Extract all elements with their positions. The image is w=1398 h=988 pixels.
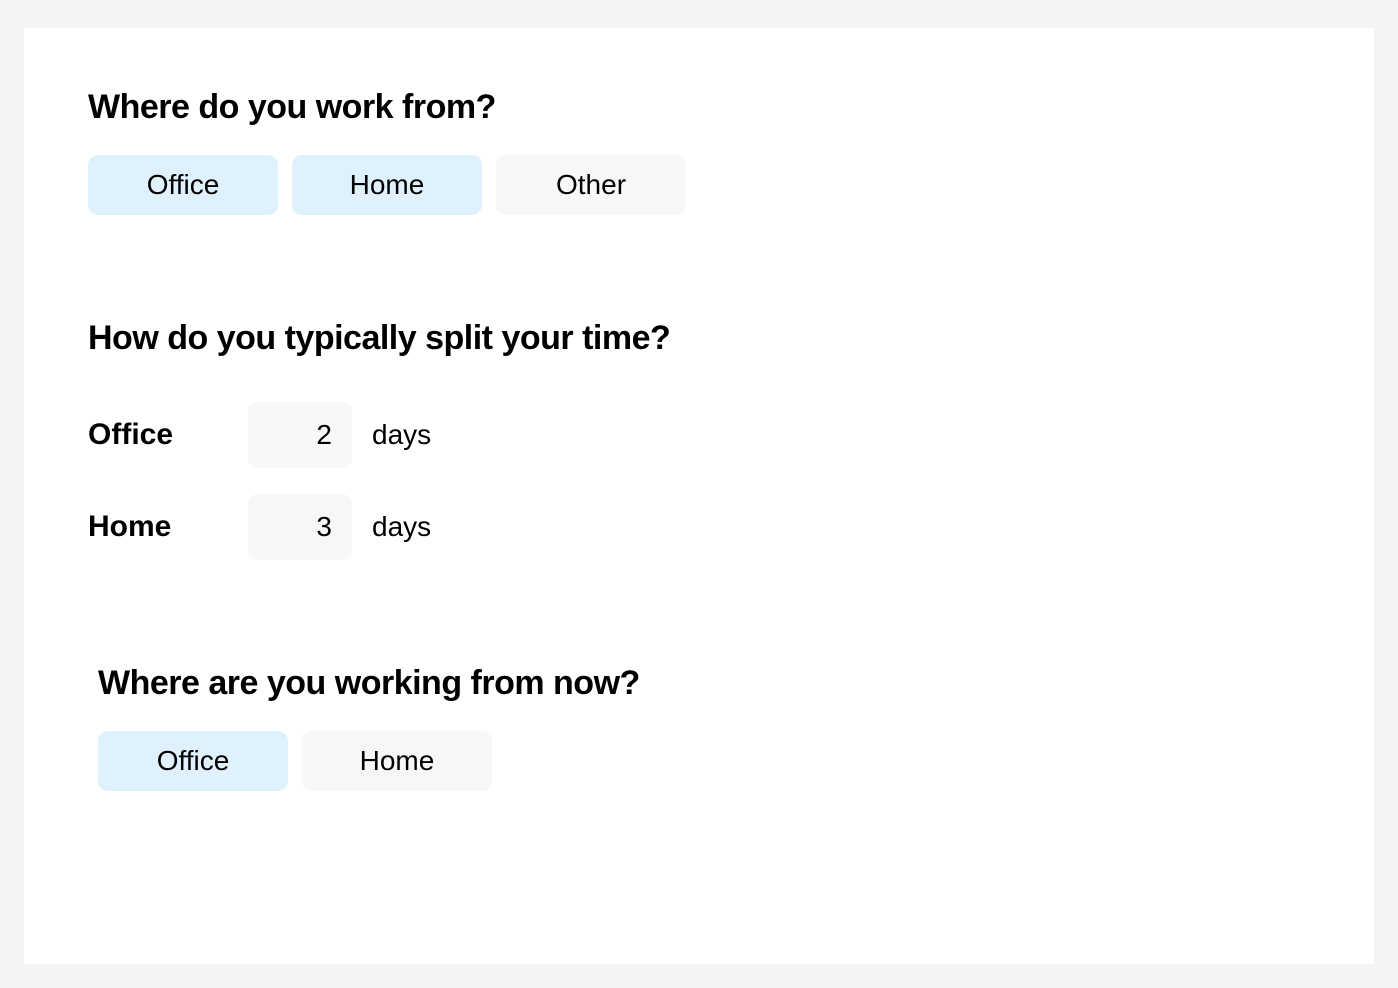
option-office[interactable]: Office <box>98 731 288 791</box>
question-title: Where are you working from now? <box>98 664 1310 703</box>
office-days-input[interactable] <box>248 402 352 468</box>
split-label: Office <box>88 418 228 452</box>
days-unit: days <box>372 419 431 451</box>
home-days-input[interactable] <box>248 494 352 560</box>
split-label: Home <box>88 510 228 544</box>
survey-card: Where do you work from? Office Home Othe… <box>24 28 1374 964</box>
option-office[interactable]: Office <box>88 155 278 215</box>
question-split-time: How do you typically split your time? Of… <box>88 319 1310 560</box>
question-work-from: Where do you work from? Office Home Othe… <box>88 88 1310 215</box>
split-rows: Office days Home days <box>88 402 1310 560</box>
question-title: Where do you work from? <box>88 88 1310 127</box>
question-title: How do you typically split your time? <box>88 319 1310 358</box>
option-home[interactable]: Home <box>292 155 482 215</box>
option-row: Office Home Other <box>88 155 1310 215</box>
split-row-office: Office days <box>88 402 1310 468</box>
split-row-home: Home days <box>88 494 1310 560</box>
question-working-now: Where are you working from now? Office H… <box>88 664 1310 791</box>
option-row: Office Home <box>98 731 1310 791</box>
option-other[interactable]: Other <box>496 155 686 215</box>
days-unit: days <box>372 511 431 543</box>
option-home[interactable]: Home <box>302 731 492 791</box>
